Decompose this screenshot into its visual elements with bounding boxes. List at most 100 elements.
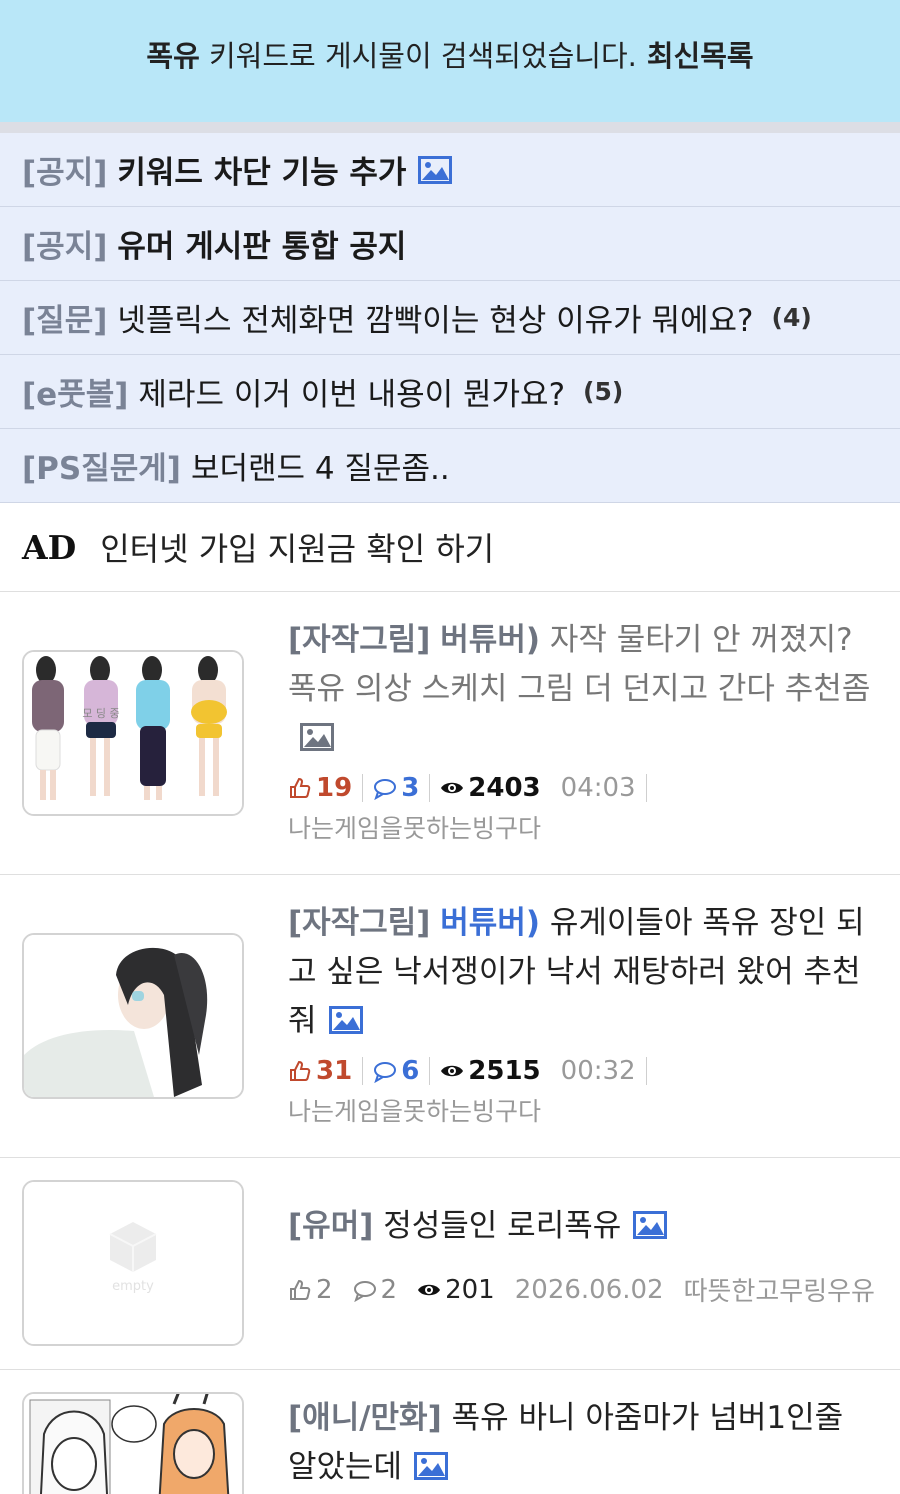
post-date: 2026.06.02	[514, 1274, 664, 1305]
divider	[429, 774, 431, 802]
post-body: [자작그림] 버튜버) 유게이들아 폭유 장인 되고 싶은 낙서쟁이가 낙서 재…	[288, 899, 872, 1128]
thumbs-up-icon	[290, 1060, 311, 1081]
post-subcategory: 버튜버)	[440, 905, 541, 941]
view-count: 2403	[440, 773, 541, 803]
thumbnail-text: empty	[112, 1279, 154, 1294]
comment-count: 3	[373, 773, 419, 803]
divider	[362, 774, 364, 802]
divider	[645, 1057, 647, 1085]
view-count-value: 2515	[468, 1056, 541, 1086]
image-icon	[633, 1211, 668, 1239]
notice-row[interactable]: [질문] 넷플릭스 전체화면 깜빡이는 현상 이유가 뭐에요? (4)	[0, 281, 900, 355]
thumbnail-text: 모 딩 중	[82, 707, 119, 720]
post-category: [자작그림]	[288, 905, 431, 941]
comment-count: 2	[353, 1274, 398, 1305]
post-body: [유머] 정성들인 로리폭유 2 2 201 2026.06.02 따뜻한고무링…	[288, 1202, 875, 1308]
comment-icon	[374, 779, 397, 800]
thumbnail-image: 모 딩 중	[24, 652, 242, 814]
divider	[429, 1057, 431, 1085]
post-thumbnail[interactable]	[22, 933, 244, 1099]
post-title[interactable]: [자작그림] 버튜버) 자작 물타기 안 꺼졌지? 폭유 의상 스케치 그림 더…	[288, 616, 872, 763]
notice-title: 유머 게시판 통합 공지	[117, 229, 407, 265]
post-body: [애니/만화] 폭유 바니 아줌마가 넘버1인줄 알았는데	[288, 1394, 872, 1492]
post-meta: 2 2 201 2026.06.02 따뜻한고무링우유	[288, 1271, 875, 1308]
eye-icon	[418, 1284, 441, 1295]
post-category: [유머]	[288, 1208, 374, 1244]
divider	[645, 774, 647, 802]
like-count: 2	[288, 1275, 333, 1305]
thumbnail-image	[24, 935, 242, 1097]
notice-row[interactable]: [공지] 유머 게시판 통합 공지	[0, 207, 900, 281]
notice-category: [질문]	[22, 303, 108, 339]
image-icon	[328, 1006, 363, 1034]
post-time: 04:03	[560, 773, 636, 803]
notice-title: 보더랜드 4 질문좀..	[190, 451, 450, 487]
eye-icon	[441, 1065, 464, 1077]
post-item[interactable]: empty [유머] 정성들인 로리폭유 2 2 201 2026.06.02 …	[0, 1158, 900, 1370]
comment-icon	[374, 1062, 397, 1083]
post-title-text: 정성들인 로리폭유	[383, 1208, 622, 1244]
post-item[interactable]: [애니/만화] 폭유 바니 아줌마가 넘버1인줄 알았는데	[0, 1370, 900, 1494]
post-thumbnail[interactable]: 모 딩 중	[22, 650, 244, 816]
empty-thumbnail-icon: empty	[24, 1182, 242, 1344]
post-thumbnail[interactable]	[22, 1392, 244, 1494]
thumbs-up-icon	[290, 1279, 311, 1300]
like-count: 31	[288, 1056, 352, 1086]
comment-count: (5)	[583, 377, 624, 406]
comment-icon	[353, 1280, 376, 1302]
view-count: 2515	[440, 1056, 541, 1086]
view-count: 201	[417, 1275, 495, 1305]
image-icon	[418, 155, 453, 184]
post-item[interactable]: [자작그림] 버튜버) 유게이들아 폭유 장인 되고 싶은 낙서쟁이가 낙서 재…	[0, 875, 900, 1158]
notice-category: [PS질문게]	[22, 451, 181, 487]
like-count-value: 19	[316, 773, 353, 803]
eye-icon	[441, 782, 464, 794]
notice-category: [공지]	[22, 155, 108, 191]
image-icon	[300, 723, 334, 751]
post-meta: 19 3 2403 04:03	[288, 773, 872, 803]
thumbs-up-icon	[290, 777, 311, 798]
divider	[0, 122, 900, 133]
notice-category: [공지]	[22, 229, 108, 265]
latest-list-link[interactable]: 최신목록	[647, 39, 754, 73]
notice-list: [공지] 키워드 차단 기능 추가 [공지] 유머 게시판 통합 공지 [질문]…	[0, 133, 900, 503]
notice-category: [e풋볼]	[22, 377, 129, 413]
post-category: [자작그림]	[288, 622, 431, 658]
post-subcategory: 버튜버)	[440, 622, 541, 658]
post-item[interactable]: 모 딩 중 [자작그림] 버튜버) 자작 물타기 안 꺼졌지? 폭유 의상 스케…	[0, 592, 900, 875]
notice-row[interactable]: [PS질문게] 보더랜드 4 질문좀..	[0, 429, 900, 503]
comment-count-value: 6	[401, 1056, 420, 1086]
ad-row[interactable]: AD 인터넷 가입 지원금 확인 하기	[0, 503, 900, 592]
post-category: [애니/만화]	[288, 1400, 442, 1436]
like-count-value: 2	[316, 1274, 333, 1305]
post-author[interactable]: 나는게임을못하는빙구다	[288, 809, 872, 845]
comment-count: 6	[373, 1056, 419, 1086]
post-meta: 31 6 2515 00:32	[288, 1056, 872, 1086]
post-author[interactable]: 나는게임을못하는빙구다	[288, 1092, 872, 1128]
comment-count: (4)	[771, 303, 812, 332]
divider	[362, 1057, 364, 1085]
thumbnail-image	[24, 1394, 242, 1494]
post-title[interactable]: [애니/만화] 폭유 바니 아줌마가 넘버1인줄 알았는데	[288, 1394, 872, 1492]
post-title[interactable]: [자작그림] 버튜버) 유게이들아 폭유 장인 되고 싶은 낙서쟁이가 낙서 재…	[288, 899, 872, 1046]
search-result-banner: 폭유 키워드로 게시물이 검색되었습니다. 최신목록	[0, 0, 900, 122]
notice-row[interactable]: [공지] 키워드 차단 기능 추가	[0, 133, 900, 207]
view-count-value: 2403	[468, 773, 541, 803]
notice-row[interactable]: [e풋볼] 제라드 이거 이번 내용이 뭔가요? (5)	[0, 355, 900, 429]
image-icon	[414, 1452, 449, 1480]
search-message: 키워드로 게시물이 검색되었습니다.	[199, 39, 637, 73]
comment-count-value: 3	[401, 773, 420, 803]
notice-title: 키워드 차단 기능 추가	[117, 155, 407, 191]
like-count: 19	[288, 773, 352, 803]
ad-text: 인터넷 가입 지원금 확인 하기	[100, 530, 495, 568]
post-thumbnail[interactable]: empty	[22, 1180, 244, 1346]
post-title[interactable]: [유머] 정성들인 로리폭유	[288, 1202, 872, 1251]
ad-tag: AD	[22, 527, 77, 567]
comment-count-value: 2	[380, 1274, 398, 1305]
notice-title: 넷플릭스 전체화면 깜빡이는 현상 이유가 뭐에요?	[117, 303, 754, 339]
post-time: 00:32	[560, 1056, 636, 1086]
notice-title: 제라드 이거 이번 내용이 뭔가요?	[138, 377, 566, 413]
post-author[interactable]: 따뜻한고무링우유	[684, 1271, 875, 1308]
like-count-value: 31	[316, 1056, 353, 1086]
search-keyword: 폭유	[146, 39, 200, 73]
